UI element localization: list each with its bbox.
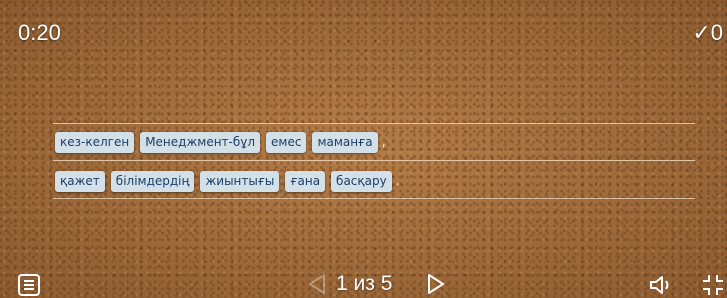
- answer-line-1: [53, 123, 695, 124]
- word-tile[interactable]: емес: [266, 132, 307, 153]
- sentence-row-2: қажет білімдердің жиынтығы ғана басқару …: [55, 171, 400, 192]
- score-counter: ✓0: [692, 20, 723, 45]
- word-tile[interactable]: маманға: [312, 132, 378, 153]
- word-tile[interactable]: ғана: [285, 171, 326, 192]
- bottom-toolbar: 1 из 5: [0, 268, 727, 298]
- word-tile[interactable]: білімдердің: [110, 171, 195, 192]
- corkboard-game-area: 0:20 ✓0 кез-келген Менеджмент-бұл емес м…: [0, 0, 727, 298]
- page-indicator: 1 из 5: [336, 272, 393, 295]
- punctuation: ,: [381, 135, 386, 150]
- sound-icon[interactable]: [648, 274, 674, 298]
- menu-icon[interactable]: [18, 274, 40, 296]
- answer-line-2: [53, 160, 695, 161]
- punctuation: .: [395, 174, 400, 189]
- timer: 0:20: [18, 20, 61, 45]
- answer-line-3: [53, 198, 695, 199]
- prev-arrow-icon[interactable]: [306, 272, 328, 298]
- fullscreen-icon[interactable]: [701, 274, 725, 298]
- word-tile[interactable]: жиынтығы: [200, 171, 280, 192]
- word-tile[interactable]: басқару: [331, 171, 392, 192]
- word-tile[interactable]: Менеджмент-бұл: [140, 132, 261, 153]
- word-tile[interactable]: қажет: [55, 171, 105, 192]
- next-arrow-icon[interactable]: [425, 272, 447, 298]
- sentence-row-1: кез-келген Менеджмент-бұл емес маманға ,: [55, 132, 386, 153]
- word-tile[interactable]: кез-келген: [55, 132, 135, 153]
